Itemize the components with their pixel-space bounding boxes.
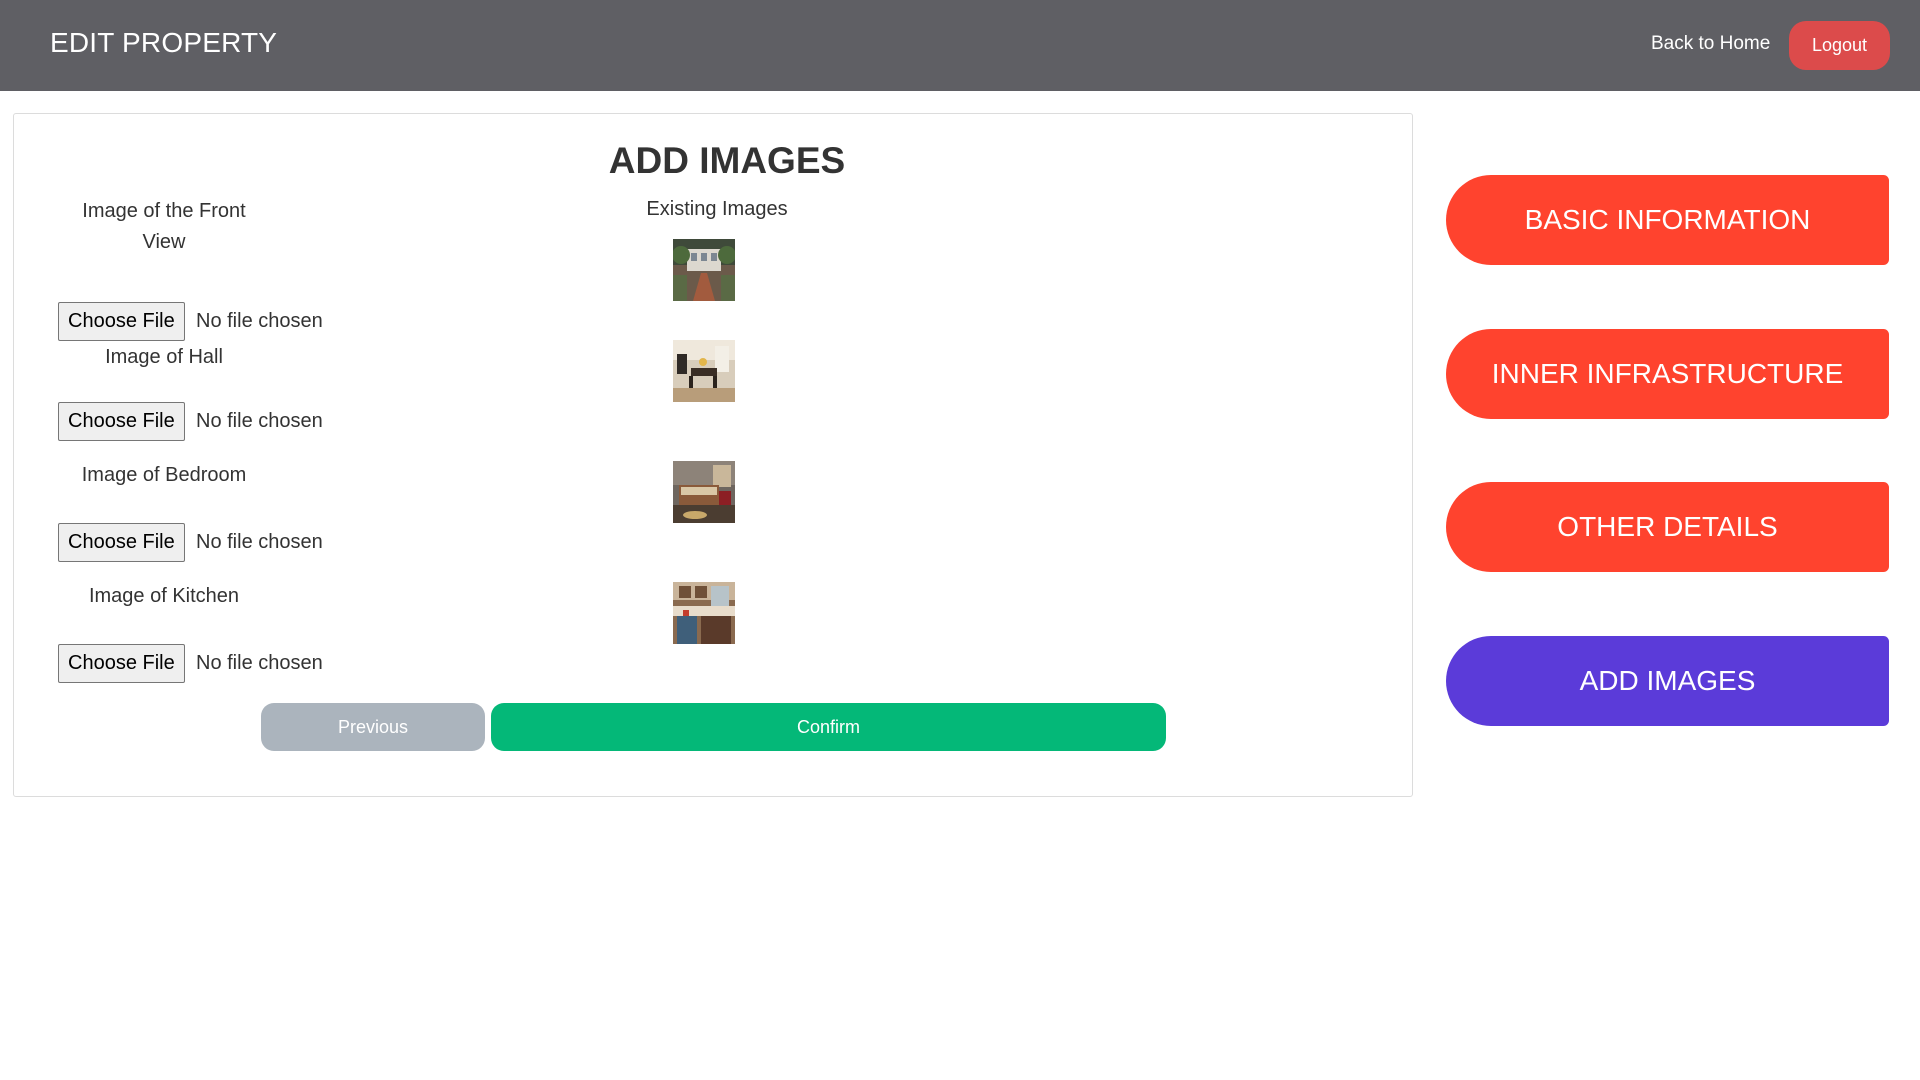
logout-button[interactable]: Logout (1789, 21, 1890, 70)
nav-inner-infrastructure-button[interactable]: INNER INFRASTRUCTURE (1446, 329, 1889, 419)
hall-label: Image of Hall (105, 346, 223, 368)
front-view-photo-icon (673, 239, 735, 301)
kitchen-label: Image of Kitchen (88, 585, 240, 607)
bedroom-file-status: No file chosen (196, 531, 323, 553)
previous-button[interactable]: Previous (261, 703, 485, 751)
hall-photo-icon (673, 340, 735, 402)
hall-thumbnail (673, 340, 735, 402)
top-navbar: EDIT PROPERTY Back to Home Logout (0, 0, 1920, 91)
front-view-label: Image of the Front View (82, 200, 246, 253)
hall-choose-file-button[interactable]: Choose File (58, 402, 185, 441)
bedroom-label: Image of Bedroom (81, 464, 247, 486)
nav-add-images-button[interactable]: ADD IMAGES (1446, 636, 1889, 726)
hall-file-status: No file chosen (196, 410, 323, 432)
bedroom-choose-file-button[interactable]: Choose File (58, 523, 185, 562)
add-images-panel: ADD IMAGES Existing Images Image of the … (13, 113, 1413, 797)
bedroom-thumbnail (673, 461, 735, 523)
kitchen-photo-icon (673, 582, 735, 644)
existing-images-label: Existing Images (646, 198, 788, 220)
page-title: EDIT PROPERTY (50, 27, 278, 58)
nav-basic-information-button[interactable]: BASIC INFORMATION (1446, 175, 1889, 265)
bedroom-photo-icon (673, 461, 735, 523)
kitchen-thumbnail (673, 582, 735, 644)
kitchen-choose-file-button[interactable]: Choose File (58, 644, 185, 683)
back-to-home-link[interactable]: Back to Home (1651, 33, 1770, 55)
kitchen-file-status: No file chosen (196, 652, 323, 674)
confirm-button[interactable]: Confirm (491, 703, 1166, 751)
front-view-file-status: No file chosen (196, 310, 323, 332)
front-view-choose-file-button[interactable]: Choose File (58, 302, 185, 341)
nav-other-details-button[interactable]: OTHER DETAILS (1446, 482, 1889, 572)
front-view-thumbnail (673, 239, 735, 301)
section-heading: ADD IMAGES (608, 140, 846, 181)
